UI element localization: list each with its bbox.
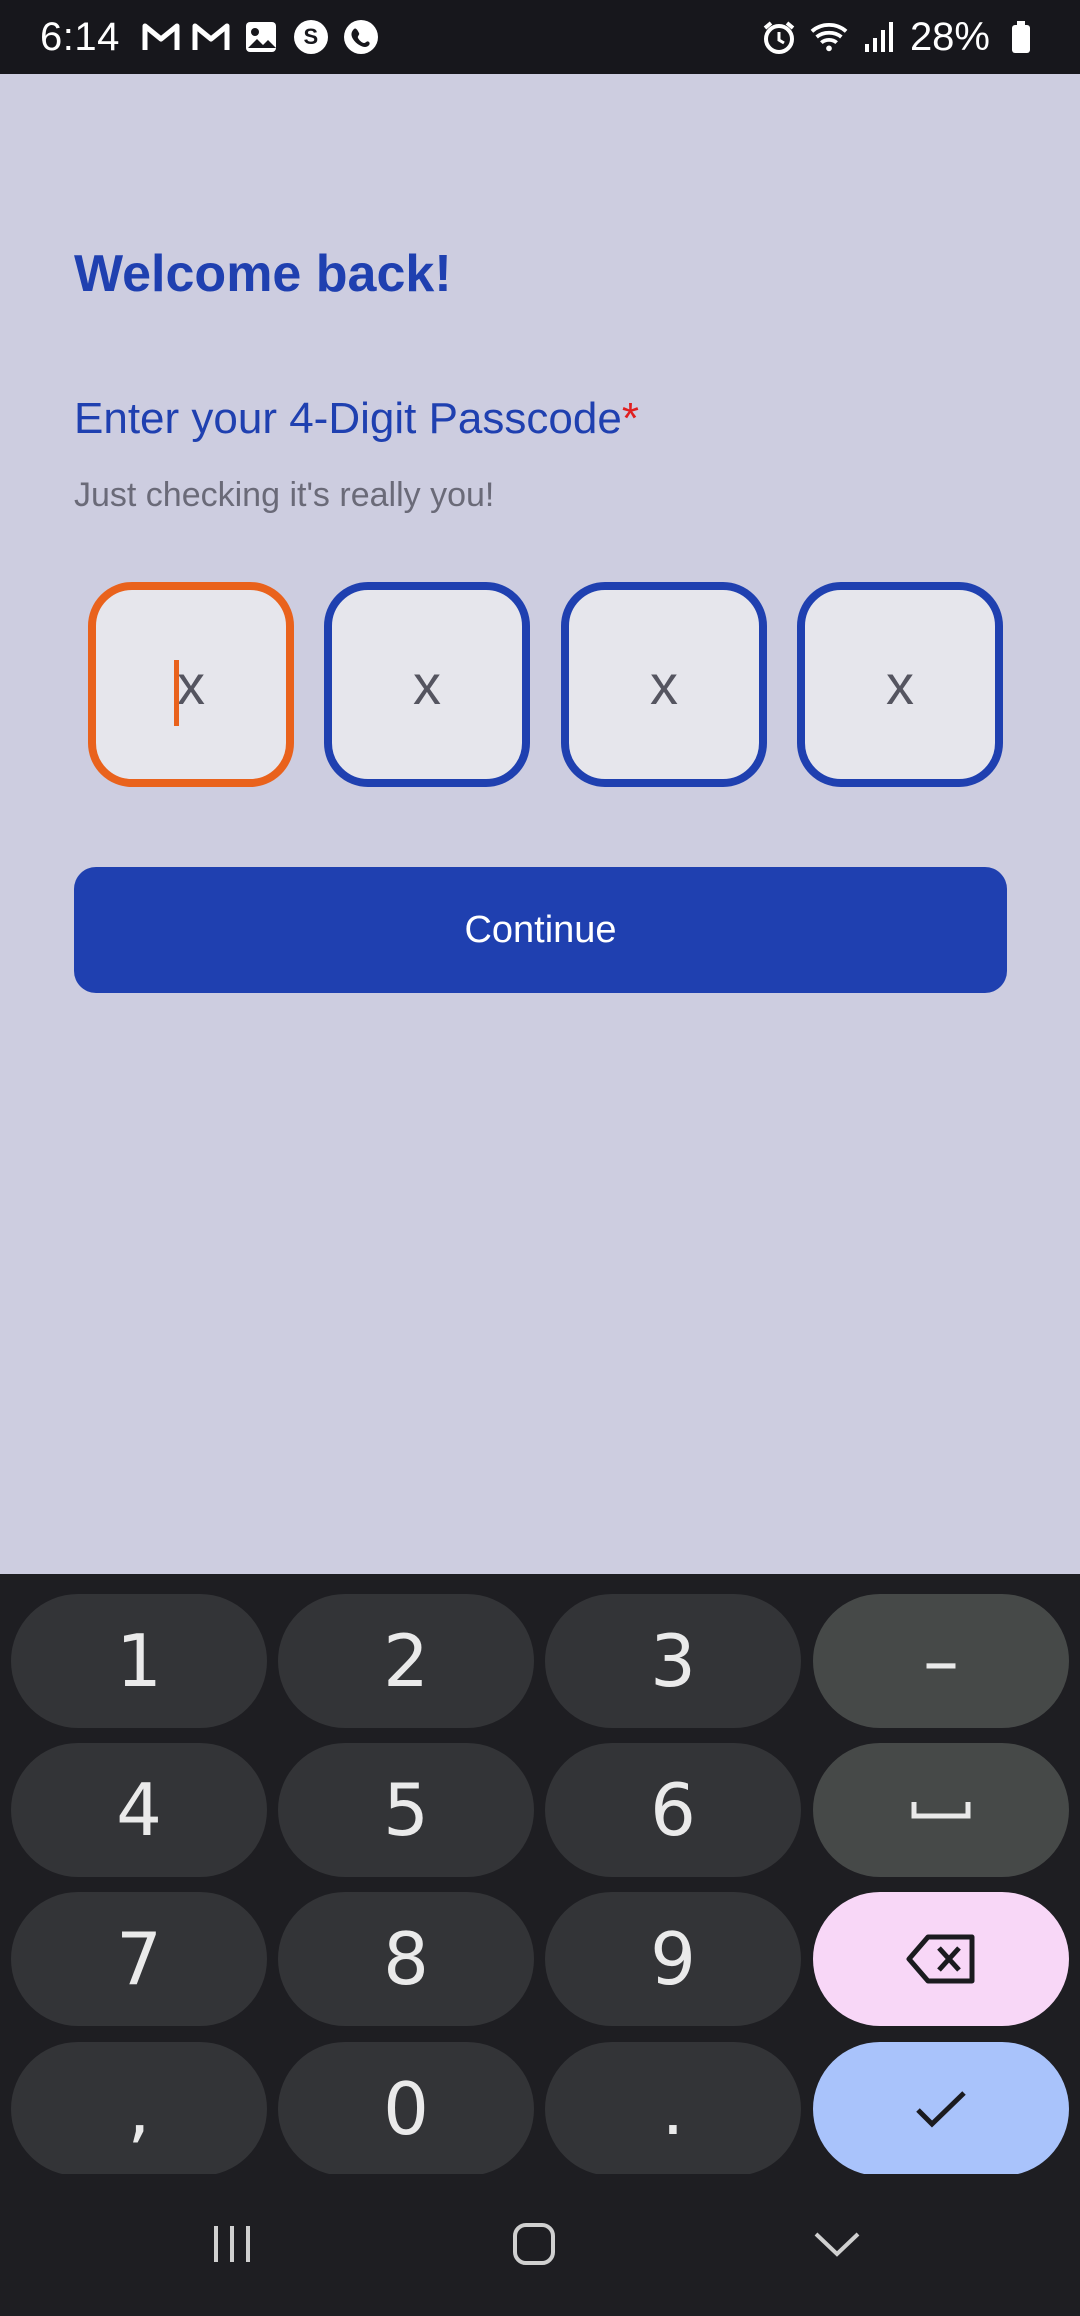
passcode-digit-1[interactable]: x: [88, 582, 294, 787]
page-title: Welcome back!: [74, 245, 452, 303]
passcode-digit-2-placeholder: x: [413, 653, 441, 716]
key-7[interactable]: 7: [11, 1892, 267, 2026]
passcode-prompt: Enter your 4-Digit Passcode*: [74, 394, 639, 444]
checkmark-icon: [916, 2091, 966, 2128]
continue-button[interactable]: Continue: [74, 867, 1007, 993]
text-cursor: [174, 660, 179, 726]
key-8[interactable]: 8: [278, 1892, 534, 2026]
key-comma[interactable]: ,: [11, 2042, 267, 2176]
key-9[interactable]: 9: [545, 1892, 801, 2026]
backspace-icon: [906, 1934, 975, 1984]
numeric-keyboard: 1 2 3 – 4 5 6 7 8 9 , 0 .: [0, 1574, 1080, 2176]
passcode-digit-3-placeholder: x: [650, 653, 678, 716]
status-left: 6:14 S: [40, 15, 380, 60]
passcode-digit-1-placeholder: x: [177, 653, 205, 716]
key-6[interactable]: 6: [545, 1743, 801, 1877]
status-time: 6:14: [40, 14, 120, 59]
key-space[interactable]: [813, 1743, 1069, 1877]
key-4[interactable]: 4: [11, 1743, 267, 1877]
signal-icon: [860, 18, 898, 56]
gmail-icon: [192, 18, 230, 56]
gmail-icon: [142, 18, 180, 56]
status-bar: 6:14 S 28%: [0, 0, 1080, 74]
system-navigation-bar: [0, 2174, 1080, 2316]
recent-apps-button[interactable]: [192, 2204, 272, 2284]
status-right: 28%: [760, 15, 1040, 60]
key-enter[interactable]: [813, 2042, 1069, 2176]
passcode-prompt-label: Enter your 4-Digit Passcode: [74, 394, 622, 443]
key-3[interactable]: 3: [545, 1594, 801, 1728]
recent-apps-icon: [214, 2226, 250, 2262]
gallery-icon: [242, 18, 280, 56]
alarm-icon: [760, 18, 798, 56]
wifi-icon: [810, 18, 848, 56]
key-backspace[interactable]: [813, 1892, 1069, 2026]
key-2[interactable]: 2: [278, 1594, 534, 1728]
passcode-digit-4-placeholder: x: [886, 653, 914, 716]
battery-icon: [1002, 18, 1040, 56]
passcode-digit-3[interactable]: x: [561, 582, 767, 787]
key-period[interactable]: .: [545, 2042, 801, 2176]
passcode-input-group: x x x x: [88, 582, 1008, 787]
home-button[interactable]: [494, 2204, 574, 2284]
battery-percentage: 28%: [909, 14, 990, 59]
space-icon: [911, 1802, 971, 1819]
required-marker: *: [621, 394, 639, 443]
s-app-icon: S: [292, 18, 330, 56]
passcode-screen: Welcome back! Enter your 4-Digit Passcod…: [0, 74, 1080, 1574]
passcode-digit-4[interactable]: x: [797, 582, 1003, 787]
back-button[interactable]: [797, 2204, 877, 2284]
phone-app-icon: [342, 18, 380, 56]
key-dash[interactable]: –: [813, 1594, 1069, 1728]
home-icon: [513, 2223, 555, 2265]
key-0[interactable]: 0: [278, 2042, 534, 2176]
key-5[interactable]: 5: [278, 1743, 534, 1877]
chevron-down-icon: [814, 2232, 860, 2257]
passcode-digit-2[interactable]: x: [324, 582, 530, 787]
passcode-subtitle: Just checking it's really you!: [74, 476, 495, 514]
key-1[interactable]: 1: [11, 1594, 267, 1728]
